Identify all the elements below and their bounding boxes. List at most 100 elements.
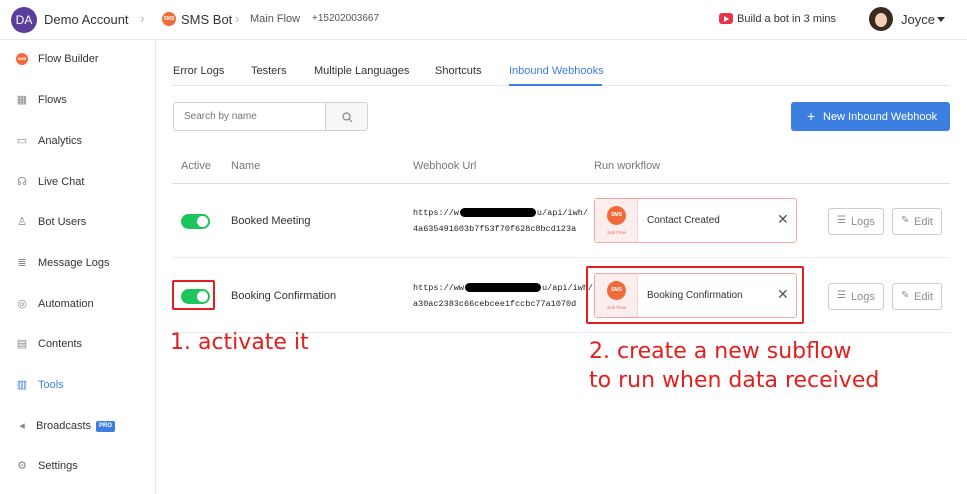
annotation-step-2-line-2: to run when data received	[589, 368, 880, 393]
tools-icon: ▥	[16, 379, 28, 391]
tab-testers[interactable]: Testers	[251, 65, 286, 77]
sidebar-item-contents[interactable]: ▤ Contents	[0, 330, 155, 360]
webhook-url-prefix: https://ww	[413, 283, 465, 293]
sidebar-item-label: Message Logs	[38, 257, 110, 269]
tab-error-logs[interactable]: Error Logs	[173, 65, 224, 77]
logs-button[interactable]: ☰ Logs	[828, 283, 884, 310]
workflow-name: Contact Created	[647, 215, 720, 226]
bot-name[interactable]: SMS Bot	[181, 12, 232, 27]
workflow-card[interactable]: SMS Sub Flow Contact Created ✕	[594, 198, 797, 243]
youtube-icon[interactable]	[719, 13, 733, 24]
sidebar-item-label: Bot Users	[38, 216, 87, 228]
tab-bar: Error Logs Testers Multiple Languages Sh…	[172, 56, 950, 86]
sidebar-item-tools[interactable]: ▥ Tools	[0, 371, 155, 401]
sidebar-item-message-logs[interactable]: ≣ Message Logs	[0, 249, 155, 279]
table-row: Booked Meeting https://w u/api/iwh/ 4a635…	[172, 184, 950, 258]
user-avatar[interactable]	[869, 7, 893, 31]
database-icon: ☰	[837, 215, 846, 226]
column-header-webhook-url: Webhook Url	[413, 160, 477, 172]
account-avatar[interactable]: DA	[11, 7, 37, 33]
workflow-icon-box: SMS Sub Flow	[595, 199, 638, 242]
webhook-url-line2: a30ac2383c66cebcee1fccbc77a1070d	[413, 299, 577, 309]
pencil-icon: ✎	[901, 215, 910, 226]
webhook-url-line2: 4a635491603b7f53f70f628c8bcd123a	[413, 224, 577, 234]
sms-bot-icon: SMS	[162, 12, 176, 26]
sidebar-item-label: Tools	[38, 379, 64, 391]
automation-icon: ◎	[17, 298, 27, 310]
sms-icon: SMS	[16, 53, 28, 65]
webhook-name: Booking Confirmation	[231, 290, 337, 302]
edit-button-label: Edit	[914, 216, 933, 228]
document-icon: ▤	[16, 338, 28, 350]
subflow-caption: Sub Flow	[607, 230, 626, 235]
edit-button[interactable]: ✎ Edit	[892, 283, 942, 310]
sidebar-item-label: Flows	[38, 94, 67, 106]
sidebar-item-flows[interactable]: ▦ Flows	[0, 86, 155, 116]
sidebar-item-label: Settings	[38, 460, 78, 472]
pro-badge: PRO	[96, 421, 116, 432]
flow-name[interactable]: Main Flow	[250, 13, 300, 25]
webhook-name: Booked Meeting	[231, 215, 311, 227]
chevron-right-icon: ›	[140, 11, 145, 26]
sms-subflow-icon: SMS	[607, 206, 626, 225]
sidebar-item-automation[interactable]: ◎ Automation	[0, 290, 155, 320]
sidebar-item-label: Analytics	[38, 135, 83, 147]
edit-button-label: Edit	[914, 291, 933, 303]
sidebar-item-label: Automation	[38, 298, 94, 310]
sidebar-item-bot-users[interactable]: ♙ Bot Users	[0, 208, 155, 238]
table-row: Booking Confirmation https://ww u/api/iwh…	[172, 259, 950, 333]
pencil-icon: ✎	[901, 290, 910, 301]
search-icon	[342, 112, 353, 123]
annotation-step-2-line-1: 2. create a new subflow	[589, 339, 852, 364]
redaction-bar	[459, 208, 536, 218]
search-input[interactable]	[173, 102, 326, 131]
chevron-right-icon: ›	[235, 11, 240, 26]
webhook-url-prefix: https://w	[413, 208, 459, 218]
close-icon[interactable]: ✕	[777, 211, 789, 228]
bot-phone: +15202003667	[312, 13, 380, 24]
active-tab-indicator	[509, 84, 602, 86]
gear-icon: ⚙	[17, 460, 27, 472]
sidebar-item-live-chat[interactable]: ☊ Live Chat	[0, 168, 155, 198]
new-inbound-webhook-label: New Inbound Webhook	[823, 111, 938, 123]
caret-down-icon[interactable]	[937, 17, 945, 22]
sidebar-item-label: Flow Builder	[38, 53, 99, 65]
new-inbound-webhook-button[interactable]: + New Inbound Webhook	[791, 102, 950, 131]
user-icon: ♙	[17, 216, 27, 228]
tab-shortcuts[interactable]: Shortcuts	[435, 65, 481, 77]
annotation-step-1: 1. activate it	[170, 330, 309, 355]
annotation-workflow-highlight	[586, 266, 804, 324]
megaphone-icon: ◂	[19, 420, 25, 432]
annotation-toggle-highlight	[172, 280, 215, 310]
sidebar-item-broadcasts[interactable]: ◂ Broadcasts PRO	[0, 412, 155, 442]
logs-button-label: Logs	[851, 216, 875, 228]
top-bar: DA Demo Account › SMS SMS Bot › Main Flo…	[0, 0, 967, 40]
webhook-url-suffix: u/api/iwh/	[536, 208, 588, 218]
sidebar-item-analytics[interactable]: ▭ Analytics	[0, 127, 155, 157]
edit-button[interactable]: ✎ Edit	[892, 208, 942, 235]
column-header-run-workflow: Run workflow	[594, 160, 661, 172]
database-icon: ≣	[17, 257, 27, 269]
account-name[interactable]: Demo Account	[44, 12, 129, 27]
sidebar-item-label: Broadcasts	[36, 420, 92, 432]
webhook-url[interactable]: https://w u/api/iwh/ 4a635491603b7f53f70f…	[413, 205, 588, 237]
active-toggle[interactable]	[181, 214, 210, 229]
column-header-name: Name	[231, 160, 261, 172]
redaction-bar	[465, 283, 542, 293]
user-name[interactable]: Joyce	[901, 12, 935, 27]
sidebar-item-flow-builder[interactable]: SMS Flow Builder	[0, 45, 155, 75]
sidebar: SMS Flow Builder ▦ Flows ▭ Analytics ☊ L…	[0, 40, 156, 494]
tab-multiple-languages[interactable]: Multiple Languages	[314, 65, 409, 77]
chart-icon: ▭	[16, 135, 28, 147]
webhook-url[interactable]: https://ww u/api/iwh/ a30ac2383c66cebcee1…	[413, 280, 593, 312]
database-icon: ☰	[837, 290, 846, 301]
logs-button-label: Logs	[851, 291, 875, 303]
sidebar-item-settings[interactable]: ⚙ Settings	[0, 452, 155, 482]
headset-icon: ☊	[17, 176, 27, 188]
logs-button[interactable]: ☰ Logs	[828, 208, 884, 235]
plus-icon: +	[807, 108, 816, 124]
tab-inbound-webhooks[interactable]: Inbound Webhooks	[509, 65, 604, 77]
search-button[interactable]	[325, 102, 368, 131]
sidebar-item-label: Live Chat	[38, 176, 85, 188]
build-bot-link[interactable]: Build a bot in 3 mins	[737, 13, 836, 25]
